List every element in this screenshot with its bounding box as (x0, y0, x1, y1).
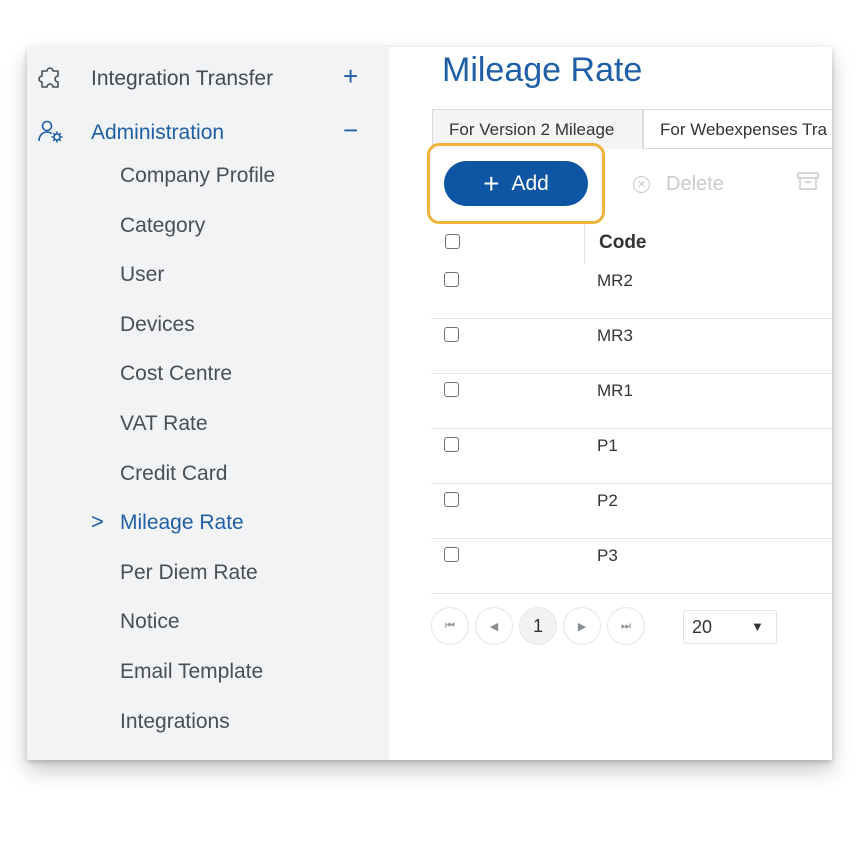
sidebar-item-integrations[interactable]: Integrations (27, 706, 389, 756)
page-size-select[interactable]: 20 ▼ (683, 610, 777, 644)
sidebar-item-mileage-rate[interactable]: > Mileage Rate (27, 507, 389, 557)
sidebar-item-label: Category (120, 213, 206, 237)
table-row[interactable]: MR1 (431, 374, 832, 429)
row-code: MR3 (597, 326, 633, 345)
cancel-icon: ✕ (633, 175, 650, 193)
next-page-button[interactable]: ▶ (563, 607, 601, 645)
sidebar-item-label: Email Template (120, 659, 264, 683)
delete-button[interactable]: ✕ Delete (633, 169, 724, 199)
sidebar-item-per-diem-rate[interactable]: Per Diem Rate (27, 557, 389, 607)
sidebar-item-label: Cost Centre (120, 362, 233, 386)
plus-icon: + (483, 167, 500, 199)
sidebar-item-user[interactable]: User (27, 259, 389, 309)
sidebar-item-label: User (120, 263, 165, 287)
add-button[interactable]: + Add (444, 161, 588, 206)
table-row[interactable]: MR2 (431, 264, 832, 319)
row-checkbox[interactable] (444, 547, 459, 562)
first-page-button[interactable]: ⏮ (431, 607, 469, 645)
sidebar-item-category[interactable]: Category (27, 210, 389, 260)
sidebar-item-cost-centre[interactable]: Cost Centre (27, 358, 389, 408)
app-window: Integration Transfer + Administration − … (27, 47, 832, 760)
sidebar-item-label: Credit Card (120, 461, 228, 485)
tab-webexpenses[interactable]: For Webexpenses Tra (643, 109, 832, 149)
grid-header: Code (431, 224, 832, 264)
prev-page-icon: ◀ (489, 620, 499, 633)
nav-group-administration[interactable]: Administration − (27, 113, 389, 153)
table-row[interactable]: P3 (431, 539, 832, 594)
row-code: P2 (597, 491, 618, 510)
table-row[interactable]: P1 (431, 429, 832, 484)
sidebar-item-vat-rate[interactable]: VAT Rate (27, 408, 389, 458)
sidebar: Integration Transfer + Administration − … (27, 47, 389, 760)
column-header-code[interactable]: Code (599, 232, 647, 254)
puzzle-icon (37, 63, 67, 93)
sidebar-item-credit-card[interactable]: Credit Card (27, 458, 389, 508)
row-code: P1 (597, 436, 618, 455)
chevron-right-icon: > (91, 509, 104, 535)
user-settings-icon (37, 117, 67, 147)
sidebar-item-company-profile[interactable]: Company Profile (27, 160, 389, 210)
archive-icon (797, 171, 819, 197)
sidebar-item-notice[interactable]: Notice (27, 606, 389, 656)
caret-down-icon: ▼ (751, 619, 764, 634)
sidebar-item-label: Notice (120, 610, 180, 634)
row-checkbox[interactable] (444, 437, 459, 452)
row-checkbox[interactable] (444, 492, 459, 507)
select-all-checkbox[interactable] (445, 234, 460, 249)
page-size-value: 20 (692, 617, 713, 637)
row-code: MR1 (597, 381, 633, 400)
archive-button[interactable] (797, 169, 819, 199)
row-checkbox[interactable] (444, 382, 459, 397)
sidebar-item-label: VAT Rate (120, 411, 208, 435)
collapse-icon[interactable]: − (343, 117, 358, 143)
current-page-button[interactable]: 1 (519, 607, 557, 645)
nav-group-label: Integration Transfer (91, 67, 274, 90)
row-checkbox[interactable] (444, 272, 459, 287)
sidebar-item-devices[interactable]: Devices (27, 309, 389, 359)
add-button-label: Add (511, 171, 549, 195)
page-title: Mileage Rate (442, 51, 643, 89)
admin-menu: Company Profile Category User Devices Co… (27, 160, 389, 755)
table-row[interactable]: P2 (431, 484, 832, 539)
main-content: Mileage Rate For Version 2 Mileage For W… (389, 47, 832, 760)
column-divider (584, 224, 585, 264)
first-page-icon: ⏮ (445, 619, 455, 632)
last-page-icon: ⏭ (621, 619, 631, 632)
sidebar-item-label: Integrations (120, 709, 230, 733)
sidebar-item-label: Devices (120, 312, 195, 336)
last-page-button[interactable]: ⏭ (607, 607, 645, 645)
delete-button-label: Delete (666, 172, 724, 195)
sidebar-item-label: Mileage Rate (120, 511, 244, 535)
next-page-icon: ▶ (577, 620, 587, 633)
row-code: MR2 (597, 271, 633, 290)
prev-page-button[interactable]: ◀ (475, 607, 513, 645)
expand-icon[interactable]: + (343, 63, 358, 89)
row-checkbox[interactable] (444, 327, 459, 342)
table-row[interactable]: MR3 (431, 319, 832, 374)
sidebar-item-label: Per Diem Rate (120, 560, 258, 584)
row-code: P3 (597, 546, 618, 565)
nav-group-label: Administration (91, 121, 225, 144)
sidebar-item-label: Company Profile (120, 164, 276, 187)
sidebar-item-email-template[interactable]: Email Template (27, 656, 389, 706)
nav-group-integration-transfer[interactable]: Integration Transfer + (27, 59, 389, 99)
